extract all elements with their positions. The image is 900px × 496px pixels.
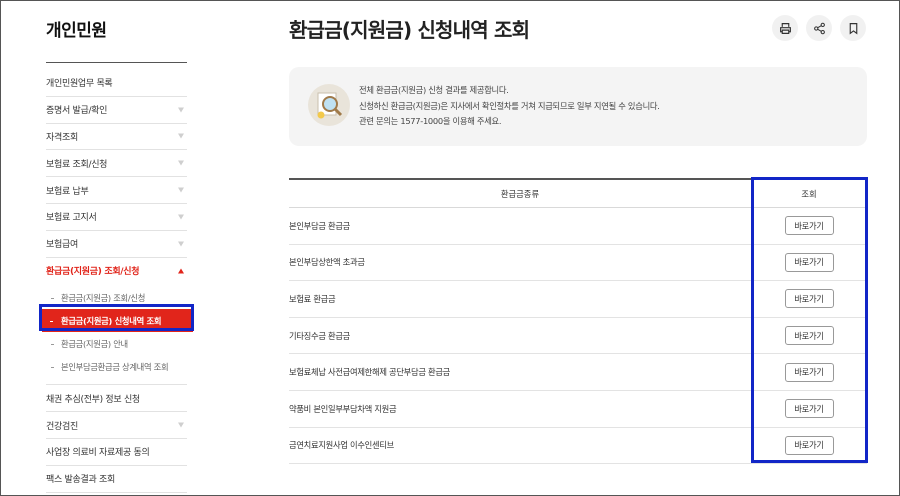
printer-icon	[779, 22, 791, 34]
info-line: 전체 환급금(지원금) 신청 결과를 제공합니다.	[359, 85, 509, 95]
refund-type-cell: 기타징수금 환급금	[289, 330, 351, 341]
refund-type-cell: 보험료 환급금	[289, 293, 336, 304]
bullet-icon	[51, 366, 54, 368]
sidebar-item-premium-inquiry[interactable]: 보험료 조회/신청	[46, 150, 187, 178]
sidebar-submenu: 환급금(지원금) 조회/신청 환급금(지원금) 신청내역 조회 환급금(지원금)…	[42, 284, 193, 386]
print-button[interactable]	[772, 15, 798, 41]
sidebar-subitem-label: 환급금(지원금) 조회/신청	[61, 292, 146, 303]
info-text: 전체 환급금(지원금) 신청 결과를 제공합니다. 신청하신 환급금(지원금)은…	[359, 83, 660, 130]
sidebar-item-label: 개인민원업무 목록	[46, 79, 113, 90]
sidebar-title: 개인민원	[46, 21, 107, 41]
sidebar-item-certificates[interactable]: 증명서 발급/확인	[46, 97, 187, 124]
sidebar-item-debt-collection[interactable]: 채권 추심(전부) 정보 신청	[46, 385, 187, 413]
document-search-icon	[308, 84, 350, 126]
sidebar-subitem-refund-guide[interactable]: 환급금(지원금) 안내	[46, 332, 187, 355]
chevron-down-icon	[178, 107, 184, 113]
sidebar-item-label: 보험급여	[46, 240, 78, 251]
sidebar-item-label: 팩스 발송결과 조회	[46, 475, 115, 486]
refund-type-cell: 본인부담금 환급금	[289, 220, 351, 231]
refund-type-cell: 금연치료지원사업 이수인센티브	[289, 440, 395, 451]
sidebar-item-label: 건강검진	[46, 421, 78, 432]
sidebar-item-fax-result[interactable]: 팩스 발송결과 조회	[46, 466, 187, 493]
chevron-down-icon	[178, 241, 184, 247]
sidebar-item-medical-consent[interactable]: 사업장 의료비 자료제공 동의	[46, 439, 187, 466]
page-title: 환급금(지원금) 신청내역 조회	[289, 18, 530, 42]
chevron-down-icon	[178, 133, 184, 139]
sidebar-item-label: 자격조회	[46, 132, 78, 143]
sidebar-divider	[46, 62, 187, 63]
sidebar-item-premium-notice[interactable]: 보험료 고지서	[46, 204, 187, 231]
sidebar-item-civil-list[interactable]: 개인민원업무 목록	[46, 70, 187, 97]
info-box: 전체 환급금(지원금) 신청 결과를 제공합니다. 신청하신 환급금(지원금)은…	[289, 67, 867, 146]
sidebar-item-label: 보험료 조회/신청	[46, 159, 108, 170]
chevron-down-icon	[178, 160, 184, 166]
bullet-icon	[51, 297, 54, 299]
bullet-icon	[51, 343, 54, 345]
sidebar-menu: 개인민원업무 목록 증명서 발급/확인 자격조회 보험료 조회/신청 보험료 납…	[42, 70, 193, 493]
sidebar-item-benefits[interactable]: 보험급여	[46, 231, 187, 258]
highlight-box-view-column	[751, 177, 868, 463]
sidebar-item-eligibility[interactable]: 자격조회	[46, 124, 187, 151]
info-line: 관련 문의는 1577-1000을 이용해 주세요.	[359, 116, 502, 126]
chevron-down-icon	[178, 187, 184, 193]
sidebar-subitem-label: 환급금(지원금) 안내	[61, 338, 128, 349]
info-line: 신청하신 환급금(지원금)은 지사에서 확인절차를 거쳐 지급되므로 일부 지연…	[359, 100, 660, 111]
refund-type-cell: 약품비 본인일부부담차액 지원금	[289, 403, 397, 414]
sidebar-item-label: 보험료 고지서	[46, 213, 97, 224]
share-icon	[813, 22, 825, 34]
bookmark-button[interactable]	[840, 15, 866, 41]
refund-type-cell: 본인부담상한액 초과금	[289, 257, 365, 268]
sidebar-item-label: 증명서 발급/확인	[46, 106, 108, 117]
chevron-up-icon	[178, 268, 184, 274]
highlight-box-selected-menu	[39, 304, 194, 331]
chevron-down-icon	[178, 214, 184, 220]
column-header-type: 환급금종류	[500, 188, 540, 199]
bookmark-icon	[849, 22, 857, 35]
sidebar-item-label: 환급금(지원금) 조회/신청	[46, 267, 140, 278]
sidebar-item-label: 채권 추심(전부) 정보 신청	[46, 394, 140, 405]
sidebar-item-health-checkup[interactable]: 건강검진	[46, 412, 187, 439]
share-button[interactable]	[806, 15, 832, 41]
sidebar-item-premium-payment[interactable]: 보험료 납부	[46, 177, 187, 204]
chevron-down-icon	[178, 422, 184, 428]
sidebar-item-label: 사업장 의료비 자료제공 동의	[46, 448, 150, 459]
sidebar-subitem-offset-history[interactable]: 본인부담금환급금 상계내역 조회	[46, 355, 187, 378]
refund-type-cell: 보험료체납 사전급여제한해제 공단부담금 환급금	[289, 367, 451, 378]
sidebar-item-label: 보험료 납부	[46, 186, 89, 197]
sidebar-subitem-label: 본인부담금환급금 상계내역 조회	[61, 361, 169, 372]
sidebar-item-refund[interactable]: 환급금(지원금) 조회/신청	[46, 258, 187, 285]
